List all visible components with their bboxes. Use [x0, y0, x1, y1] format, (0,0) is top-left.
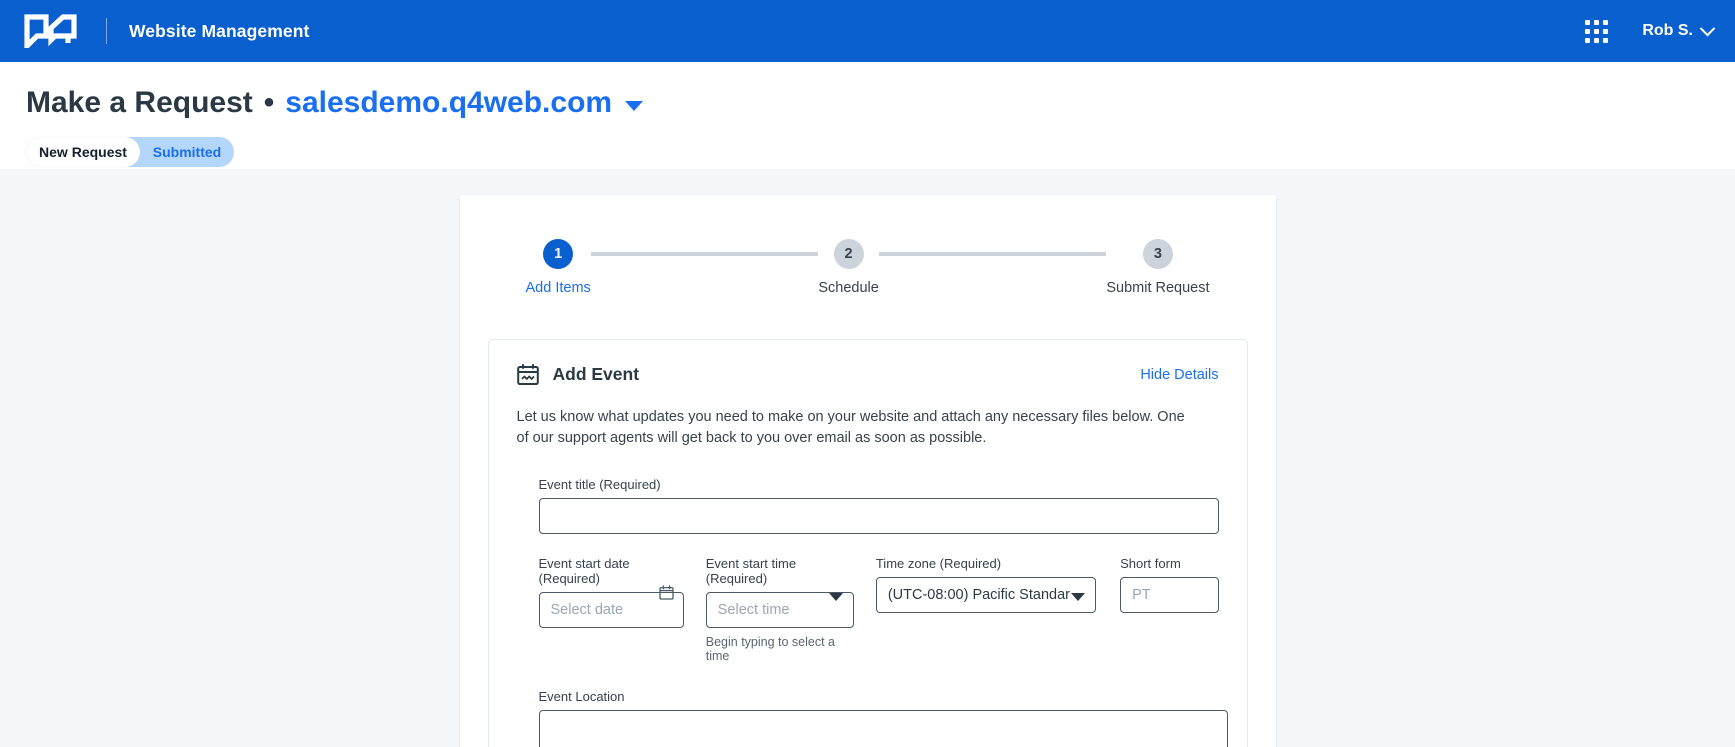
event-title-label: Event title (Required) [538, 477, 661, 493]
step-3-label: Submit Request [1106, 280, 1210, 296]
add-event-form: Event title (Required) Event start date … [517, 477, 1228, 747]
caret-down-icon[interactable] [625, 101, 644, 111]
step-2-bubble[interactable]: 2 [833, 239, 864, 269]
main-content: 1 Add Items 2 Schedule 3 Submit Request [0, 169, 1735, 747]
datetime-row: Event start date (Required) Event start … [538, 556, 1219, 664]
tab-submitted[interactable]: Submitted [140, 137, 234, 167]
event-start-time-input[interactable] [705, 592, 854, 629]
top-navigation-bar: Website Management Rob S. [0, 0, 1735, 62]
add-event-panel: Add Event Hide Details Let us know what … [487, 339, 1248, 747]
short-form-field-group: Short form [1120, 556, 1219, 614]
event-location-label: Event Location [538, 689, 625, 705]
header-right-controls: Rob S. [1585, 19, 1716, 43]
step-connector-1 [590, 252, 819, 256]
app-title: Website Management [129, 20, 310, 41]
event-location-textarea[interactable] [538, 710, 1228, 747]
time-zone-label: Time zone (Required) [875, 556, 1002, 572]
user-name-label: Rob S. [1642, 22, 1693, 39]
panel-description: Let us know what updates you need to mak… [516, 409, 1185, 447]
page-title: Make a Request • salesdemo.q4web.com [26, 86, 1735, 120]
step-3-bubble[interactable]: 3 [1142, 239, 1173, 269]
short-form-label: Short form [1120, 556, 1181, 572]
event-title-field-group: Event title (Required) [538, 477, 1219, 535]
event-start-time-field-group: Event start time (Required) Begin typing… [705, 556, 854, 664]
request-view-toggle: New Request Submitted [26, 137, 234, 167]
step-schedule[interactable]: 2 Schedule [818, 239, 879, 296]
chevron-down-icon [1699, 20, 1716, 36]
tab-new-request[interactable]: New Request [26, 137, 140, 167]
event-start-date-label: Event start date (Required) [538, 556, 630, 587]
event-start-time-label: Event start time (Required) [705, 556, 797, 587]
step-1-bubble[interactable]: 1 [543, 239, 574, 269]
user-menu[interactable]: Rob S. [1642, 20, 1716, 40]
event-start-time-helper: Begin typing to select a time [705, 635, 836, 664]
short-form-input[interactable] [1120, 577, 1219, 614]
calendar-event-icon [516, 364, 539, 385]
step-add-items[interactable]: 1 Add Items [526, 239, 591, 296]
header-divider [106, 18, 107, 44]
step-2-label: Schedule [818, 280, 879, 296]
step-submit-request[interactable]: 3 Submit Request [1106, 239, 1210, 296]
add-event-panel-header: Add Event Hide Details [516, 364, 1219, 385]
time-zone-value: (UTC-08:00) Pacific Standard Time [887, 587, 1070, 604]
title-separator: • [263, 86, 275, 119]
request-card: 1 Add Items 2 Schedule 3 Submit Request [459, 195, 1276, 747]
site-selector-link[interactable]: salesdemo.q4web.com [285, 86, 612, 120]
page-header: Make a Request • salesdemo.q4web.com New… [0, 62, 1735, 169]
q4-logo-icon[interactable] [24, 14, 78, 53]
event-start-date-field-group: Event start date (Required) [538, 556, 684, 629]
event-title-input[interactable] [538, 498, 1219, 535]
event-start-date-input[interactable] [538, 592, 684, 629]
step-connector-2 [878, 252, 1107, 256]
panel-title: Add Event [552, 364, 640, 384]
time-zone-select[interactable]: (UTC-08:00) Pacific Standard Time [875, 577, 1097, 614]
progress-stepper: 1 Add Items 2 Schedule 3 Submit Request [460, 223, 1276, 296]
event-location-field-group: Event Location [538, 689, 1228, 747]
step-1-label: Add Items [525, 280, 591, 296]
app-grid-icon[interactable] [1585, 19, 1609, 43]
page-title-text: Make a Request [26, 86, 253, 119]
hide-details-link[interactable]: Hide Details [1140, 367, 1218, 383]
time-zone-field-group: Time zone (Required) (UTC-08:00) Pacific… [875, 556, 1097, 614]
